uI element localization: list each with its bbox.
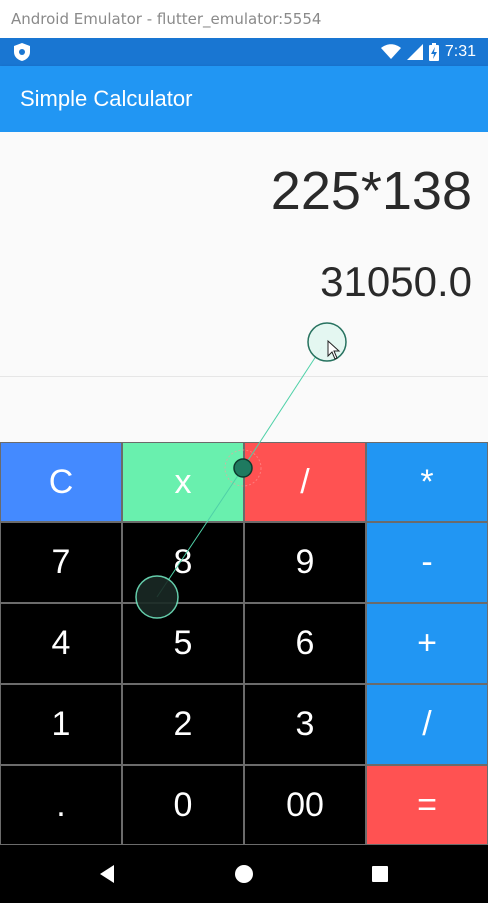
app-bar: Simple Calculator <box>0 66 488 132</box>
key-7[interactable]: 7 <box>0 522 122 603</box>
recents-icon[interactable] <box>368 862 392 886</box>
expression-text: 225*138 <box>270 161 472 221</box>
key-5[interactable]: 5 <box>122 603 244 684</box>
key-2[interactable]: 2 <box>122 684 244 765</box>
key-00[interactable]: 00 <box>244 765 366 845</box>
key-6[interactable]: 6 <box>244 603 366 684</box>
key-x[interactable]: x <box>122 442 244 522</box>
key-1[interactable]: 1 <box>0 684 122 765</box>
key-8[interactable]: 8 <box>122 522 244 603</box>
key-3[interactable]: 3 <box>244 684 366 765</box>
wifi-icon <box>380 44 401 59</box>
shield-icon <box>14 43 30 61</box>
display-divider <box>0 376 488 377</box>
key-9[interactable]: 9 <box>244 522 366 603</box>
key-divide-secondary[interactable]: / <box>366 684 488 765</box>
key-decimal[interactable]: . <box>0 765 122 845</box>
key-0[interactable]: 0 <box>122 765 244 845</box>
key-clear[interactable]: C <box>0 442 122 522</box>
keypad: C x / * 7 8 9 - 4 5 6 + 1 2 3 / . 0 00 = <box>0 442 488 845</box>
key-equals[interactable]: = <box>366 765 488 845</box>
app-title: Simple Calculator <box>20 86 193 111</box>
window-title: Android Emulator - flutter_emulator:5554 <box>0 0 488 38</box>
status-bar: 7:31 <box>0 38 488 66</box>
back-icon[interactable] <box>96 862 120 886</box>
key-minus[interactable]: - <box>366 522 488 603</box>
emulator-window: Android Emulator - flutter_emulator:5554… <box>0 0 488 903</box>
navigation-bar <box>0 845 488 903</box>
status-time: 7:31 <box>444 43 476 60</box>
result-text: 31050.0 <box>320 258 472 305</box>
key-multiply[interactable]: * <box>366 442 488 522</box>
key-plus[interactable]: + <box>366 603 488 684</box>
signal-icon <box>406 44 423 60</box>
home-icon[interactable] <box>232 862 256 886</box>
key-divide[interactable]: / <box>244 442 366 522</box>
key-4[interactable]: 4 <box>0 603 122 684</box>
battery-icon <box>428 43 439 61</box>
calculator-display: 225*138 31050.0 <box>0 132 488 442</box>
